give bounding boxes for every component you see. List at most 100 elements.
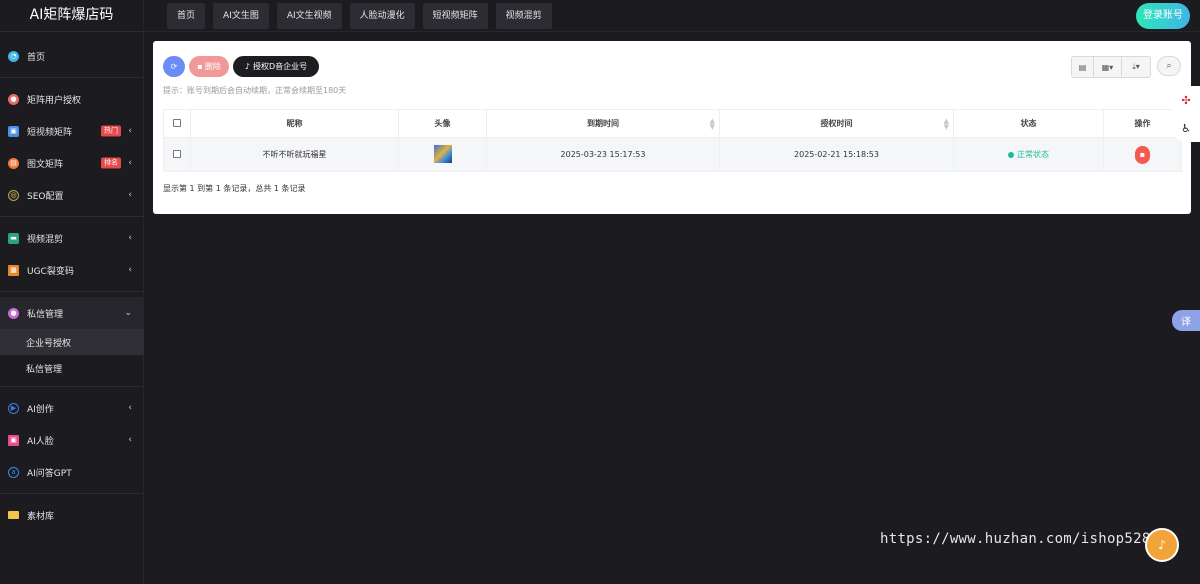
- sidebar-item-label: 首页: [27, 52, 46, 63]
- status-badge: 正常状态: [1008, 150, 1049, 159]
- share-network-icon[interactable]: ✣: [1181, 94, 1190, 107]
- actions-cell: ▪: [1103, 137, 1182, 172]
- topnav-ai-text-to-video[interactable]: AI文生视频: [276, 3, 342, 29]
- qrcode-icon: ▦: [8, 264, 19, 276]
- export-button[interactable]: ⤓▾: [1122, 57, 1150, 77]
- avatar: [433, 144, 452, 163]
- divider: [0, 77, 144, 78]
- table-header-row: 昵称 头像 到期时间 ▲ ▼ 授权时间 ▲ ▼ 状态 操作: [163, 109, 1182, 138]
- sidebar-item-label: UGC裂变码: [27, 266, 74, 277]
- sidebar-item-material-library[interactable]: 素材库: [0, 499, 144, 531]
- divider: [0, 291, 144, 292]
- authorization-table: 昵称 头像 到期时间 ▲ ▼ 授权时间 ▲ ▼ 状态 操作 不听不听就玩福星 202…: [163, 109, 1182, 172]
- sidebar-item-label: 素材库: [27, 511, 55, 522]
- hot-badge: 热门: [101, 125, 121, 137]
- table-row: 不听不听就玩福星 2025-03-23 15:17:53 2025-02-21 …: [163, 137, 1182, 172]
- delete-button[interactable]: ▪ 删除: [189, 56, 229, 77]
- sort-icon: ▲ ▼: [709, 116, 715, 131]
- folder-icon: [8, 511, 19, 519]
- tiktok-icon: ♪: [244, 62, 250, 71]
- sidebar-item-label: AI问答GPT: [27, 468, 72, 479]
- sidebar-item-label: 短视频矩阵: [27, 127, 73, 138]
- refresh-button[interactable]: ⟳: [163, 56, 185, 77]
- auth-time-cell: 2025-02-21 15:18:53: [719, 137, 954, 172]
- sidebar-item-user-auth[interactable]: ● 矩阵用户授权: [0, 83, 144, 115]
- translate-label: 译: [1181, 317, 1191, 328]
- sidebar-item-video-mix[interactable]: ▬ 视频混剪 ‹: [0, 222, 144, 254]
- chevron-left-icon: ‹: [128, 233, 132, 243]
- sidebar-item-image-text[interactable]: ▤ 图文矩阵 排名 ‹: [0, 147, 144, 179]
- sidebar-item-message-manage[interactable]: ● 私信管理 ⌄: [0, 297, 144, 329]
- select-all-checkbox[interactable]: [173, 118, 181, 127]
- ai-gpt-icon: a: [8, 466, 19, 478]
- pagination-info: 显示第 1 到第 1 条记录，总共 1 条记录: [163, 184, 306, 193]
- status-cell: 正常状态: [953, 137, 1104, 172]
- expire-time-cell: 2025-03-23 15:17:53: [486, 137, 720, 172]
- login-button[interactable]: 登录账号: [1136, 3, 1190, 29]
- row-checkbox[interactable]: [173, 149, 181, 158]
- sidebar: AI矩阵爆店码 ◔ 首页 ● 矩阵用户授权 ▣ 短视频矩阵 热门 ‹ ▤ 图文矩…: [0, 0, 144, 584]
- ai-face-icon: ▣: [8, 434, 19, 446]
- sidebar-item-label: 矩阵用户授权: [27, 95, 82, 106]
- sidebar-item-label: AI人脸: [27, 436, 54, 447]
- sidebar-subitem-message-manage[interactable]: 私信管理: [0, 355, 144, 381]
- column-header-avatar: 头像: [398, 109, 487, 138]
- chevron-left-icon: ‹: [128, 265, 132, 275]
- chevron-left-icon: ‹: [128, 435, 132, 445]
- topnav-video-matrix[interactable]: 短视频矩阵: [422, 3, 488, 29]
- toggle-view-button[interactable]: ▤: [1072, 57, 1094, 77]
- user-auth-icon: ●: [8, 93, 19, 105]
- sidebar-item-home[interactable]: ◔ 首页: [0, 40, 144, 72]
- chevron-down-icon: ⌄: [124, 308, 132, 318]
- delete-row-button[interactable]: ▪: [1135, 145, 1150, 164]
- chevron-left-icon: ‹: [128, 190, 132, 200]
- brand-title: AI矩阵爆店码: [0, 0, 143, 32]
- select-all-cell: [163, 109, 191, 138]
- home-icon: ◔: [8, 50, 19, 62]
- sidebar-item-ai-face[interactable]: ▣ AI人脸 ‹: [0, 424, 144, 456]
- grid-icon: ▦▾: [1101, 62, 1114, 72]
- sidebar-item-ugc-code[interactable]: ▦ UGC裂变码 ‹: [0, 254, 144, 286]
- column-header-expire-time[interactable]: 到期时间 ▲ ▼: [486, 109, 720, 138]
- sidebar-item-label: SEO配置: [27, 191, 64, 202]
- list-icon: ▤: [1078, 62, 1087, 72]
- divider: [0, 386, 144, 387]
- sidebar-item-video-matrix[interactable]: ▣ 短视频矩阵 热门 ‹: [0, 115, 144, 147]
- hint-text: 提示：账号到期后会自动续期，正常会续期至180天: [163, 86, 347, 95]
- image-text-icon: ▤: [8, 157, 19, 169]
- sidebar-item-ai-gpt[interactable]: a AI问答GPT: [0, 456, 144, 488]
- authorize-enterprise-button[interactable]: ♪ 授权D音企业号: [233, 56, 319, 77]
- status-label: 正常状态: [1017, 150, 1049, 159]
- topnav-ai-text-to-image[interactable]: AI文生图: [213, 3, 269, 29]
- chevron-left-icon: ‹: [128, 126, 132, 136]
- search-button[interactable]: ⌕: [1157, 56, 1181, 76]
- topnav-home[interactable]: 首页: [167, 3, 206, 29]
- column-header-nickname: 昵称: [190, 109, 399, 138]
- column-header-label: 授权时间: [820, 119, 853, 128]
- seo-icon: ◎: [8, 189, 19, 201]
- sidebar-item-label: 视频混剪: [27, 234, 64, 245]
- topnav-face-anime[interactable]: 人脸动漫化: [349, 3, 415, 29]
- column-header-auth-time[interactable]: 授权时间 ▲ ▼: [719, 109, 954, 138]
- row-select-cell: [163, 137, 191, 172]
- avatar-cell: [398, 137, 487, 172]
- video-matrix-icon: ▣: [8, 125, 19, 137]
- trash-icon: ▪: [1139, 149, 1146, 159]
- topnav-video-mix[interactable]: 视频混剪: [495, 3, 552, 29]
- columns-button[interactable]: ▦▾: [1094, 57, 1122, 77]
- ai-create-icon: ▶: [8, 402, 19, 414]
- nickname-cell: 不听不听就玩福星: [190, 137, 399, 172]
- sidebar-item-seo[interactable]: ◎ SEO配置 ‹: [0, 179, 144, 211]
- divider: [0, 493, 144, 494]
- sort-icon: ▲ ▼: [943, 116, 949, 131]
- sidebar-item-ai-create[interactable]: ▶ AI创作 ‹: [0, 392, 144, 424]
- translate-button[interactable]: 译: [1172, 310, 1200, 331]
- sidebar-subitem-enterprise-auth[interactable]: 企业号授权: [0, 329, 144, 355]
- table-toolbar: ⟳ ▪ 删除 ♪ 授权D音企业号: [163, 56, 319, 77]
- column-header-label: 到期时间: [587, 119, 619, 128]
- refresh-icon: ⟳: [170, 62, 178, 71]
- status-dot-icon: [1008, 151, 1014, 158]
- video-mix-icon: ▬: [8, 232, 19, 244]
- trash-icon: ▪: [197, 62, 203, 71]
- accessibility-icon[interactable]: ♿: [1181, 122, 1191, 135]
